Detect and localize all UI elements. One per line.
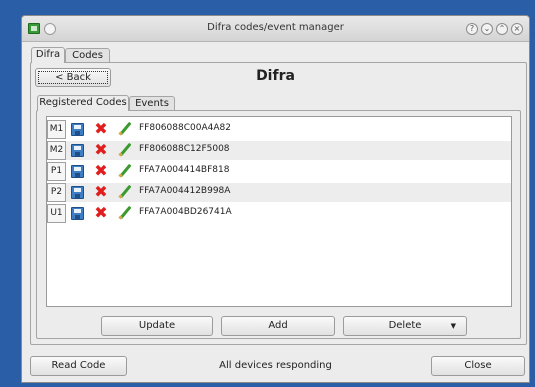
edit-pencil-icon[interactable]: [118, 206, 132, 220]
code-value: FFA7A004412B998A: [139, 186, 231, 196]
slot-label: M1: [47, 120, 66, 139]
list-item[interactable]: P1 ✖ FFA7A004414BF818: [47, 162, 511, 181]
edit-pencil-icon[interactable]: [118, 164, 132, 178]
edit-pencil-icon[interactable]: [118, 185, 132, 199]
save-icon[interactable]: [71, 144, 84, 157]
update-button[interactable]: Update: [101, 316, 213, 336]
tab-registered-codes[interactable]: Registered Codes: [37, 95, 129, 111]
dropdown-arrow-icon: ▼: [450, 322, 456, 330]
title-bar: Difra codes/event manager ? ⌄ ⌃ ×: [22, 16, 529, 42]
app-window: Difra codes/event manager ? ⌄ ⌃ × Difra …: [21, 15, 530, 383]
list-item[interactable]: M1 ✖ FF806088C00A4A82: [47, 120, 511, 139]
page-title: Difra: [256, 68, 295, 84]
edit-pencil-icon[interactable]: [118, 143, 132, 157]
slot-label: M2: [47, 141, 66, 160]
delete-icon[interactable]: ✖: [93, 121, 109, 137]
delete-button-label: Delete: [388, 320, 422, 331]
close-window-icon[interactable]: ×: [511, 23, 523, 35]
list-item[interactable]: M2 ✖ FF806088C12F5008: [47, 141, 511, 160]
tab-events[interactable]: Events: [129, 96, 175, 111]
slot-label: P1: [47, 162, 66, 181]
edit-pencil-icon[interactable]: [118, 122, 132, 136]
save-icon[interactable]: [71, 207, 84, 220]
tab-difra[interactable]: Difra: [31, 47, 65, 63]
tab-codes[interactable]: Codes: [65, 48, 110, 63]
add-button[interactable]: Add: [221, 316, 335, 336]
save-icon[interactable]: [71, 186, 84, 199]
codes-list[interactable]: M1 ✖ FF806088C00A4A82 M2 ✖ FF806088C12F5…: [46, 116, 512, 307]
slot-label: U1: [47, 204, 66, 223]
list-item[interactable]: U1 ✖ FFA7A004BD26741A: [47, 204, 511, 223]
help-icon[interactable]: ?: [466, 23, 478, 35]
delete-button[interactable]: Delete ▼: [343, 316, 467, 336]
list-item[interactable]: P2 ✖ FFA7A004412B998A: [47, 183, 511, 202]
delete-icon[interactable]: ✖: [93, 142, 109, 158]
close-button[interactable]: Close: [431, 356, 525, 376]
slot-label: P2: [47, 183, 66, 202]
delete-icon[interactable]: ✖: [93, 184, 109, 200]
window-title: Difra codes/event manager: [207, 22, 344, 33]
maximize-icon[interactable]: ⌃: [496, 23, 508, 35]
code-value: FF806088C12F5008: [139, 144, 230, 154]
code-value: FF806088C00A4A82: [139, 123, 231, 133]
code-value: FFA7A004BD26741A: [139, 207, 232, 217]
save-icon[interactable]: [71, 123, 84, 136]
code-value: FFA7A004414BF818: [139, 165, 230, 175]
minimize-icon[interactable]: ⌄: [481, 23, 493, 35]
delete-icon[interactable]: ✖: [93, 205, 109, 221]
save-icon[interactable]: [71, 165, 84, 178]
delete-icon[interactable]: ✖: [93, 163, 109, 179]
